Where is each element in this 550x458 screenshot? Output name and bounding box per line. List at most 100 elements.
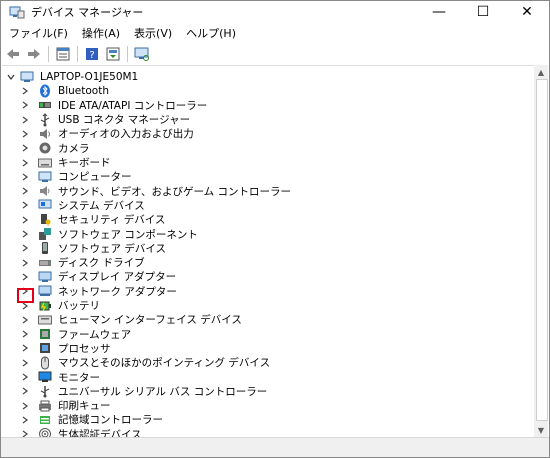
sound-icon	[38, 184, 52, 198]
tree-item-label: ディスク ドライブ	[58, 257, 145, 270]
hid-icon	[38, 313, 52, 327]
expand-chevron-icon[interactable]	[20, 213, 30, 227]
tree-item[interactable]: ディスプレイ アダプター	[20, 270, 176, 284]
menu-help[interactable]: ヘルプ(H)	[179, 25, 243, 43]
tree-item[interactable]: ユニバーサル シリアル バス コントローラー	[20, 384, 267, 398]
menu-bar: ファイル(F) 操作(A) 表示(V) ヘルプ(H)	[1, 25, 549, 43]
security-icon	[38, 213, 52, 227]
expand-chevron-icon[interactable]	[20, 313, 30, 327]
tree-item[interactable]: キーボード	[20, 156, 111, 170]
close-button[interactable]: ✕	[505, 1, 549, 23]
expand-chevron-icon[interactable]	[20, 184, 30, 198]
back-button[interactable]	[4, 45, 22, 63]
camera-icon	[38, 141, 52, 155]
expand-chevron-icon[interactable]	[20, 270, 30, 284]
action-button[interactable]	[104, 45, 122, 63]
tree-item[interactable]: オーディオの入力および出力	[20, 127, 194, 141]
tree-item[interactable]: モニター	[20, 370, 100, 384]
toolbar-separator	[77, 46, 78, 62]
expand-chevron-icon[interactable]	[20, 256, 30, 270]
tree-item[interactable]: ファームウェア	[20, 327, 131, 341]
tree-item[interactable]: ネットワーク アダプター	[20, 284, 177, 298]
expand-chevron-icon[interactable]	[20, 113, 30, 127]
tree-item[interactable]: 記憶域コントローラー	[20, 413, 163, 427]
battery-icon	[38, 299, 52, 313]
expand-chevron-icon[interactable]	[20, 156, 30, 170]
window-title: デバイス マネージャー	[31, 6, 144, 19]
device-manager-icon	[9, 6, 25, 19]
tree-item[interactable]: マウスとそのほかのポインティング デバイス	[20, 356, 270, 370]
vertical-scrollbar[interactable]: ▲ ▼	[534, 65, 548, 437]
usb-icon	[38, 112, 52, 127]
toolbar-separator	[127, 46, 128, 62]
tree-item-label: セキュリティ デバイス	[58, 214, 166, 227]
tree-item-label: ソフトウェア デバイス	[58, 242, 167, 255]
expand-chevron-icon[interactable]	[20, 241, 30, 255]
tree-item-label: システム デバイス	[58, 199, 145, 212]
network-icon	[38, 284, 52, 298]
properties-button[interactable]	[54, 45, 72, 63]
menu-view[interactable]: 表示(V)	[127, 25, 179, 43]
expand-chevron-icon[interactable]	[20, 127, 30, 141]
tree-item[interactable]: USB コネクタ マネージャー	[20, 112, 190, 127]
forward-button[interactable]	[25, 45, 43, 63]
tree-item[interactable]: ヒューマン インターフェイス デバイス	[20, 313, 242, 327]
bluetooth-icon	[38, 84, 52, 98]
tree-item[interactable]: プロセッサ	[20, 341, 111, 355]
tree-item[interactable]: カメラ	[20, 141, 90, 155]
menu-action[interactable]: 操作(A)	[75, 25, 127, 43]
tree-item[interactable]: 印刷キュー	[20, 399, 111, 413]
disk-icon	[38, 256, 52, 270]
tree-item[interactable]: セキュリティ デバイス	[20, 213, 165, 227]
highlight-marker	[17, 288, 34, 303]
scan-hardware-button[interactable]	[133, 45, 151, 63]
expand-chevron-icon[interactable]	[20, 98, 30, 112]
expand-chevron-icon[interactable]	[20, 384, 30, 398]
tree-item[interactable]: Bluetooth	[20, 84, 109, 98]
tree-item[interactable]: IDE ATA/ATAPI コントローラー	[20, 98, 207, 112]
scroll-down-icon[interactable]: ▼	[534, 423, 548, 437]
expand-chevron-icon[interactable]	[20, 413, 30, 427]
scan-hardware-icon	[134, 47, 149, 61]
expand-chevron-icon[interactable]	[20, 198, 30, 212]
menu-file[interactable]: ファイル(F)	[1, 25, 75, 43]
help-icon: ?	[86, 48, 98, 61]
firmware-icon	[38, 327, 52, 341]
help-button[interactable]: ?	[83, 45, 101, 63]
scrollbar-thumb[interactable]	[536, 79, 548, 421]
expand-chevron-icon[interactable]	[20, 84, 30, 98]
tree-item-label: カメラ	[58, 142, 90, 155]
expand-chevron-icon[interactable]	[20, 341, 30, 355]
expand-chevron-icon[interactable]	[20, 227, 30, 241]
expand-chevron-icon[interactable]	[20, 356, 30, 370]
tree-item[interactable]: ソフトウェア デバイス	[20, 241, 166, 255]
minimize-button[interactable]: —	[417, 1, 461, 23]
tree-item-label: IDE ATA/ATAPI コントローラー	[58, 99, 208, 112]
caption-buttons: — ☐ ✕	[417, 1, 549, 23]
computer-name: LAPTOP-O1JE50M1	[40, 71, 139, 83]
toolbar: ?	[1, 44, 549, 64]
computer-icon	[20, 70, 34, 84]
tree-item[interactable]: サウンド、ビデオ、およびゲーム コントローラー	[20, 184, 291, 198]
keyboard-icon	[38, 156, 52, 170]
expand-chevron-icon[interactable]	[20, 327, 30, 341]
expand-chevron-icon[interactable]	[20, 141, 30, 155]
expand-chevron-icon[interactable]	[6, 70, 16, 84]
device-manager-window: デバイス マネージャー — ☐ ✕ ファイル(F) 操作(A) 表示(V) ヘル…	[0, 0, 550, 458]
tree-item-label: バッテリ	[58, 300, 100, 312]
tree-item-label: ファームウェア	[58, 328, 132, 341]
tree-item-label: キーボード	[58, 157, 111, 169]
expand-chevron-icon[interactable]	[20, 370, 30, 384]
expand-chevron-icon[interactable]	[20, 399, 30, 413]
tree-item[interactable]: システム デバイス	[20, 198, 145, 212]
expand-chevron-icon[interactable]	[20, 170, 30, 184]
tree-item[interactable]: コンピューター	[20, 170, 132, 184]
tree-item[interactable]: ディスク ドライブ	[20, 256, 145, 270]
scroll-up-icon[interactable]: ▲	[534, 65, 548, 79]
tree-item-label: ヒューマン インターフェイス デバイス	[58, 314, 242, 327]
tree-root[interactable]: LAPTOP-O1JE50M1	[6, 70, 138, 84]
maximize-button[interactable]: ☐	[461, 1, 505, 23]
ide-icon	[38, 98, 52, 112]
tree-item-label: プロセッサ	[58, 342, 111, 355]
tree-item[interactable]: ソフトウェア コンポーネント	[20, 227, 198, 241]
